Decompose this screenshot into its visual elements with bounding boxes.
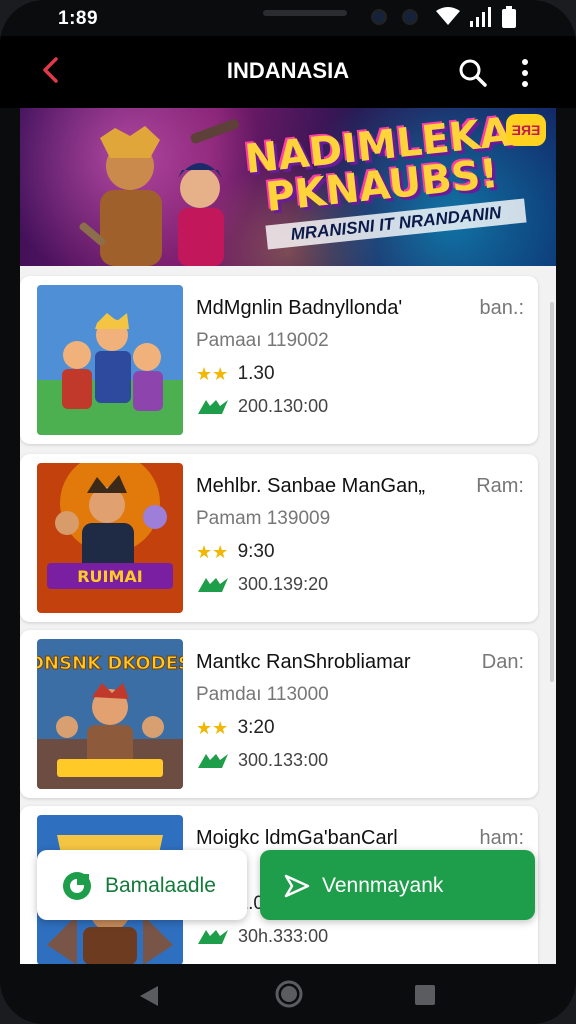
game-thumbnail: DNSNK DKODES (37, 639, 183, 789)
list-item[interactable]: MdMgnlin Badnyllonda' ban.: Pamaaı 11900… (20, 276, 538, 444)
item-rating: ★★ 3:20 (196, 717, 275, 739)
primary-action-label: Vennmayank (322, 874, 444, 897)
rating-value: 9:30 (237, 541, 275, 562)
nav-back-icon[interactable] (138, 984, 160, 1008)
item-price: 300.139:20 (196, 574, 328, 595)
item-subtitle: Pamam 139009 (196, 508, 331, 529)
thumb-caption: DNSNK DKODES (37, 653, 183, 674)
scrollbar[interactable] (550, 302, 554, 682)
rating-value: 1.30 (237, 363, 275, 384)
item-price: 200.130:00 (196, 396, 328, 417)
battery-icon (502, 6, 516, 28)
secondary-action-button[interactable]: Bamalaadle (37, 850, 247, 920)
item-tag: ban.: (479, 297, 524, 319)
primary-action-button[interactable]: Vennmayank (260, 850, 535, 920)
price-value: 300.133:00 (238, 750, 329, 770)
nav-recents-icon[interactable] (414, 984, 436, 1006)
status-bar: 1:89 (0, 0, 576, 36)
game-thumbnail: RUIMAI (37, 463, 183, 613)
price-value: 30h.333:00 (238, 926, 329, 946)
more-options-icon[interactable] (518, 58, 532, 88)
item-tag: Dan: (481, 651, 524, 673)
secondary-action-label: Bamalaadle (105, 874, 216, 897)
nav-home-icon[interactable] (275, 980, 303, 1008)
speaker-notch (263, 10, 347, 16)
system-nav-bar (0, 964, 576, 1024)
app-bar: INDANASIA (0, 36, 576, 108)
item-price: 300.133:00 (196, 750, 328, 771)
status-icons (436, 6, 516, 28)
price-tag-icon (198, 577, 228, 592)
banner-badge: ƎЯƎ (506, 114, 546, 146)
camera-icon (371, 9, 387, 25)
rating-value: 3:20 (237, 717, 275, 738)
list-item[interactable]: RUIMAI Mehlbr. Sanbae ManGan„ Ram: Pamam… (20, 454, 538, 622)
wifi-icon (436, 7, 460, 25)
promo-banner[interactable]: NADIMLEKA PKNAUBS! MRANISNI IT NRANDANIN … (20, 108, 556, 266)
item-price: 30h.333:00 (196, 926, 328, 947)
game-thumbnail (37, 285, 183, 435)
refresh-icon (63, 872, 91, 900)
item-title: MdMgnlin Badnyllonda' (196, 297, 403, 319)
item-subtitle: Pamdaı 113000 (196, 684, 329, 705)
star-icon: ★★ (196, 541, 229, 562)
phone-frame: 1:89 INDANASIA NADIMLEKA PKNAUBS! MRANIS… (0, 0, 576, 1024)
page-title: INDANASIA (226, 58, 350, 83)
item-title: Moigkc ldmGa'banCarl (196, 827, 398, 849)
content-area: NADIMLEKA PKNAUBS! MRANISNI IT NRANDANIN … (20, 108, 556, 964)
item-title: Mehlbr. Sanbae ManGan„ (196, 475, 426, 497)
item-rating: ★★ 1.30 (196, 363, 275, 385)
item-tag: ham: (479, 827, 524, 849)
item-title: Mantkc RanShrobliamar (196, 651, 411, 673)
star-icon: ★★ (196, 363, 229, 384)
item-rating: ★★ 9:30 (196, 541, 275, 563)
search-icon[interactable] (458, 58, 488, 88)
thumb-caption: RUIMAI (77, 567, 143, 586)
signal-icon (470, 7, 491, 27)
send-icon (284, 874, 310, 898)
status-time: 1:89 (58, 8, 99, 29)
price-value: 200.130:00 (238, 396, 329, 416)
price-tag-icon (198, 929, 228, 944)
price-tag-icon (198, 399, 228, 414)
banner-hero-art (79, 119, 239, 266)
sensor-icon (402, 9, 418, 25)
price-tag-icon (198, 753, 228, 768)
price-value: 300.139:20 (238, 574, 329, 594)
star-icon: ★★ (196, 717, 229, 738)
item-subtitle: Pamaaı 119002 (196, 330, 329, 351)
list-item[interactable]: DNSNK DKODES Mantkc RanShrobliamar Dan: … (20, 630, 538, 798)
item-tag: Ram: (476, 475, 524, 497)
